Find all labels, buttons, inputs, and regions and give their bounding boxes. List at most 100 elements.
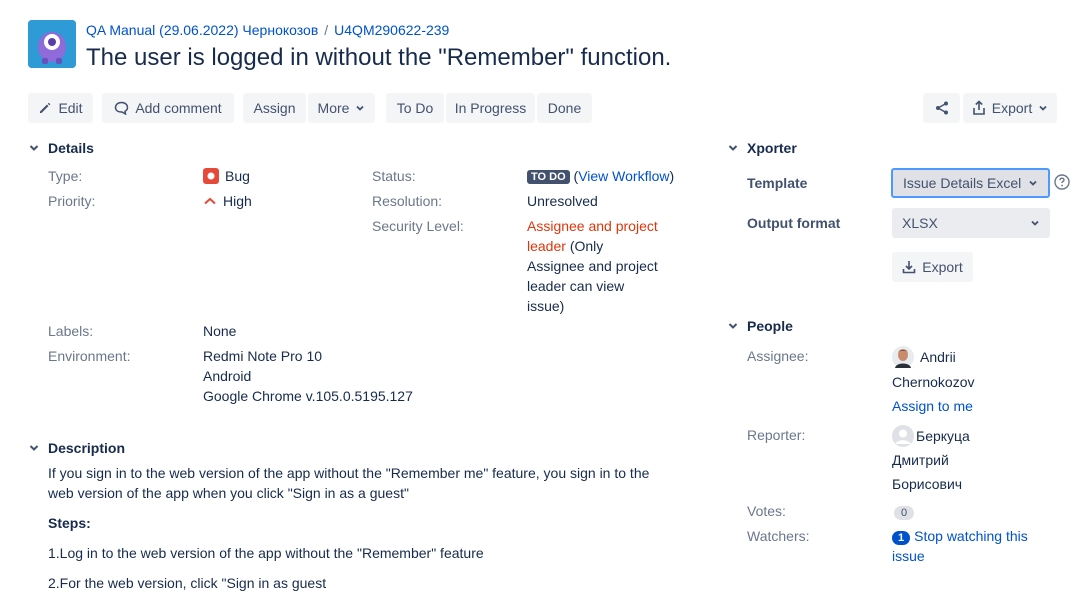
details-heading: Details — [48, 140, 94, 156]
watchers-label: Watchers: — [747, 528, 810, 544]
edit-button[interactable]: Edit — [28, 93, 93, 123]
breadcrumb-separator: / — [324, 22, 329, 38]
reporter-line3: Борисович — [892, 476, 963, 492]
security-level-line1: Assignee and project — [527, 218, 658, 234]
reporter-line2: Дмитрий — [892, 452, 949, 468]
xporter-export-button[interactable]: Export — [892, 252, 973, 282]
security-level-line5: issue) — [527, 298, 565, 314]
environment-line: Google Chrome v.105.0.5195.127 — [203, 388, 413, 404]
view-workflow-link[interactable]: View Workflow — [578, 168, 669, 184]
priority-high-icon — [204, 197, 216, 205]
type-text: Bug — [225, 168, 250, 184]
resolution-value: Unresolved — [527, 193, 598, 209]
edit-label: Edit — [58, 100, 83, 116]
details-section-header[interactable]: Details — [28, 140, 94, 156]
chevron-down-icon — [29, 145, 39, 151]
steps-heading: Steps: — [48, 515, 91, 531]
done-button[interactable]: Done — [537, 93, 592, 123]
priority-label: Priority: — [48, 193, 96, 209]
assign-to-me-link[interactable]: Assign to me — [892, 398, 973, 414]
security-level-line3: Assignee and project — [527, 258, 658, 274]
output-format-select[interactable]: XLSX — [892, 208, 1050, 238]
people-section-header[interactable]: People — [727, 318, 793, 334]
add-comment-button[interactable]: Add comment — [102, 93, 234, 123]
votes-badge: 0 — [894, 506, 915, 520]
chevron-down-icon — [29, 445, 39, 451]
share-button[interactable] — [923, 93, 960, 123]
status-label: Status: — [372, 168, 416, 184]
type-label: Type: — [48, 168, 83, 184]
people-heading: People — [747, 318, 793, 334]
chevron-down-icon — [356, 105, 365, 111]
votes-label: Votes: — [747, 503, 786, 519]
issue-title: The user is logged in without the "Remem… — [86, 44, 672, 71]
project-avatar[interactable] — [28, 20, 76, 68]
more-label: More — [317, 100, 350, 116]
breadcrumb-issue-key[interactable]: U4QM290622-239 — [334, 22, 449, 38]
environment-line: Android — [203, 368, 252, 384]
security-level-line2: leader (Only — [527, 238, 604, 254]
template-label: Template — [747, 175, 808, 191]
type-value: Bug — [203, 168, 250, 184]
output-format-label: Output format — [747, 215, 841, 231]
description-text: web version of the app when you click "S… — [48, 485, 409, 501]
environment-label: Environment: — [48, 348, 131, 364]
default-avatar-icon — [892, 425, 914, 447]
pencil-icon — [40, 102, 51, 113]
chevron-down-icon — [1039, 105, 1047, 111]
comment-icon — [115, 101, 129, 115]
export-icon — [972, 100, 985, 115]
more-button[interactable]: More — [308, 93, 375, 123]
status-lozenge: TO DO — [527, 170, 570, 184]
stop-watching-link-cont[interactable]: issue — [892, 548, 925, 564]
labels-label: Labels: — [48, 323, 94, 339]
description-heading: Description — [48, 440, 126, 456]
reporter-label: Reporter: — [747, 427, 806, 443]
share-icon — [935, 101, 948, 115]
export-menu-label: Export — [991, 100, 1033, 116]
stop-watching-link[interactable]: Stop watching this — [914, 528, 1028, 544]
template-select-value: Issue Details Excel — [903, 175, 1022, 191]
watchers-badge[interactable]: 1 — [892, 531, 911, 545]
in-progress-button[interactable]: In Progress — [446, 93, 535, 123]
environment-line: Redmi Note Pro 10 — [203, 348, 323, 364]
assign-button[interactable]: Assign — [243, 93, 306, 123]
help-icon[interactable] — [1054, 174, 1070, 190]
template-select[interactable]: Issue Details Excel — [891, 168, 1050, 198]
assignee-value[interactable]: Andrii — [892, 346, 956, 368]
reporter-value[interactable]: Беркуца — [892, 425, 970, 447]
description-section-header[interactable]: Description — [28, 440, 125, 456]
xporter-section-header[interactable]: Xporter — [727, 140, 797, 156]
assignee-first-name: Andrii — [920, 349, 956, 365]
status-value: TO DO (View Workflow) — [527, 168, 674, 184]
reporter-line1: Беркуца — [916, 428, 970, 444]
export-menu-button[interactable]: Export — [963, 93, 1057, 123]
security-level-line4: leader can view — [527, 278, 625, 294]
chevron-down-icon — [1029, 180, 1037, 186]
add-comment-label: Add comment — [135, 100, 222, 116]
breadcrumb-project[interactable]: QA Manual (29.06.2022) Чернокозов — [86, 22, 318, 38]
to-do-button[interactable]: To Do — [386, 93, 444, 123]
bug-icon — [203, 168, 219, 184]
output-format-value: XLSX — [902, 215, 938, 231]
priority-value: High — [203, 193, 252, 209]
chevron-down-icon — [728, 145, 738, 151]
description-text: If you sign in to the web version of the… — [48, 465, 650, 481]
labels-value: None — [203, 323, 237, 339]
chevron-down-icon — [728, 323, 738, 329]
assignee-label: Assignee: — [747, 348, 809, 364]
chevron-down-icon — [1031, 220, 1039, 226]
assignee-last-name: Chernokozov — [892, 374, 975, 390]
priority-text: High — [223, 193, 252, 209]
download-icon — [902, 261, 916, 274]
step-item: 1.Log in to the web version of the app w… — [48, 545, 484, 561]
watchers-value: 1 Stop watching this — [892, 528, 1028, 545]
xporter-heading: Xporter — [747, 140, 797, 156]
resolution-label: Resolution: — [372, 193, 443, 209]
votes-value[interactable]: 0 — [894, 503, 915, 520]
security-level-label: Security Level: — [372, 218, 464, 234]
xporter-export-label: Export — [922, 259, 963, 275]
step-item: 2.For the web version, click "Sign in as… — [48, 575, 327, 591]
user-avatar — [892, 346, 914, 368]
breadcrumb: QA Manual (29.06.2022) Чернокозов / U4QM29… — [86, 22, 449, 38]
